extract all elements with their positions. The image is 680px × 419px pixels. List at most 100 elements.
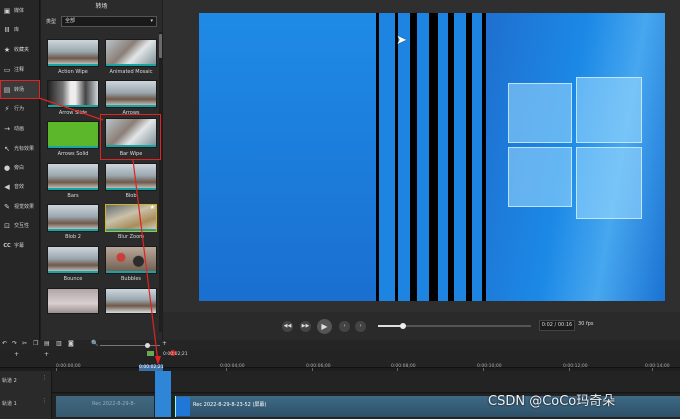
wipe-bar: [398, 13, 410, 301]
nav-item-cursor-effects[interactable]: ↖ 光标效果: [1, 140, 39, 157]
nav-item-label: 行为: [14, 106, 25, 112]
nav-item-library[interactable]: Ⅲ库: [1, 21, 39, 38]
nav-item-narration[interactable]: ● 旁白: [1, 159, 39, 176]
chevron-down-icon: ▾: [150, 18, 153, 24]
desktop-wallpaper-left: [199, 13, 376, 301]
transition-label: Action Wipe: [58, 69, 88, 75]
transition-thumb-next[interactable]: [105, 288, 157, 314]
ruler-tick-label: 0:00:10;00: [477, 364, 502, 369]
windows-logo-pane: [508, 147, 572, 207]
next-clip-button[interactable]: ›: [355, 321, 366, 332]
zoom-slider-track[interactable]: [100, 345, 160, 346]
favorites-icon: ★: [3, 45, 11, 54]
step-back-button[interactable]: ◀◀: [282, 321, 293, 332]
wipe-bar: [410, 13, 417, 301]
favorite-star-icon[interactable]: ★: [150, 205, 155, 211]
ruler-tick-label: 0:00:12;00: [563, 364, 588, 369]
previous-clip-button[interactable]: ‹: [339, 321, 350, 332]
transition-thumb-bubbles[interactable]: [105, 246, 157, 274]
cursor-effect-icon: ↖: [4, 144, 10, 153]
undo-icon[interactable]: ↶: [2, 340, 7, 347]
nav-item-favorites[interactable]: ★ 收藏夹: [1, 41, 39, 58]
behavior-icon: ⚡: [4, 104, 10, 113]
nav-item-audio[interactable]: ◀ 音效: [1, 178, 39, 195]
chevron-right-icon: ›: [359, 323, 362, 329]
zoom-slider-handle[interactable]: [145, 343, 150, 348]
panel-scrollbar-thumb[interactable]: [159, 34, 162, 58]
zoom-in-icon[interactable]: +: [162, 340, 167, 347]
track-options-icon[interactable]: ⋮: [42, 398, 47, 404]
transition-thumb-bounce[interactable]: [47, 246, 99, 274]
fps-display: 30 fps: [578, 321, 594, 327]
paste-icon[interactable]: ▤: [44, 340, 50, 347]
track-headers: 轨道 2 轨道 1 ⋮ ⋮: [0, 371, 52, 419]
narration-icon: ●: [3, 163, 11, 172]
left-nav: ▣ 媒体 Ⅲ库 ★ 收藏夹 ▭ 注释 ▤ 转场 ⚡ 行为 → 动画 ↖ 光标效果 ● 旁白 ◀ 音…: [0, 0, 40, 340]
split-icon[interactable]: ▥: [56, 340, 62, 347]
interactivity-icon: ⊡: [4, 221, 10, 230]
wipe-bar: [379, 13, 395, 301]
track-options-icon[interactable]: ⋮: [42, 375, 47, 381]
windows-logo-pane: [576, 147, 642, 219]
playhead-time: 0:00:02;21: [163, 352, 188, 357]
transition-thumb-bars[interactable]: [47, 163, 99, 191]
add-track-icon[interactable]: +: [44, 351, 49, 358]
nav-item-label: 媒体: [14, 8, 25, 14]
nav-item-label: 注释: [14, 67, 25, 73]
type-filter-select[interactable]: 全部 ▾: [61, 16, 157, 27]
transition-thumb-blob-2[interactable]: [47, 204, 99, 232]
cut-icon[interactable]: ✂: [22, 340, 27, 347]
transition-label: Blur Zoom: [117, 234, 145, 240]
transition-thumb-blob[interactable]: [105, 163, 157, 191]
nav-item-behaviors[interactable]: ⚡ 行为: [1, 100, 39, 117]
clip-previous-label: Rec 2022-8-29-8-: [92, 401, 136, 407]
captions-icon: CC: [3, 242, 11, 249]
step-forward-icon: ▶▶: [301, 323, 310, 329]
transition-thumb-next[interactable]: [47, 288, 99, 314]
nav-item-label: 收藏夹: [14, 47, 30, 53]
nav-item-annotations[interactable]: ▭ 注释: [1, 61, 39, 78]
zoom-out-icon[interactable]: 🔍: [91, 340, 98, 347]
type-filter-value: 全部: [65, 18, 76, 24]
scrubber-handle[interactable]: [400, 323, 406, 329]
chevron-left-icon: ‹: [343, 323, 346, 329]
transition-thumb-arrow-slide[interactable]: [47, 80, 99, 108]
transition-thumb-action-wipe[interactable]: [47, 39, 99, 67]
transition-label: Arrows Solid: [57, 151, 89, 157]
nav-item-media[interactable]: ▣ 媒体: [1, 2, 39, 19]
watermark-text: CSDN @CoCo玛奇朵: [488, 394, 616, 409]
step-forward-button[interactable]: ▶▶: [300, 321, 311, 332]
time-display: 0:02 / 00:16: [539, 320, 575, 331]
play-button[interactable]: ▶: [317, 319, 332, 334]
animation-icon: →: [4, 124, 10, 133]
windows-logo-pane: [576, 77, 642, 143]
marker-green[interactable]: [147, 351, 154, 356]
transition-thumb-animated-mosaic[interactable]: [105, 39, 157, 67]
nav-item-transitions[interactable]: ▤ 转场: [0, 80, 40, 99]
transition-thumb-blur-zoom[interactable]: ★: [105, 204, 157, 232]
nav-item-visual-effects[interactable]: ✎ 视觉效果: [1, 198, 39, 215]
preview-canvas[interactable]: [199, 13, 665, 301]
nav-item-captions[interactable]: CC 字幕: [1, 237, 39, 254]
mouse-cursor-icon: ➤: [396, 33, 407, 48]
clip-main-label: Rec 2022-8-29-8-23-52 (屏幕): [193, 402, 267, 408]
clip-thumbnail: [176, 397, 190, 416]
annotation-icon: ▭: [3, 65, 11, 74]
transition-thumb-arrows-solid[interactable]: [47, 121, 99, 149]
library-icon: Ⅲ: [4, 25, 10, 34]
transition-label: Animated Mosaic: [109, 69, 153, 75]
add-track-icon[interactable]: +: [14, 351, 19, 358]
step-back-icon: ◀◀: [283, 323, 292, 329]
audio-icon: ◀: [4, 182, 10, 191]
redo-icon[interactable]: ↷: [12, 340, 17, 347]
copy-icon[interactable]: ❐: [33, 340, 38, 347]
snapshot-icon[interactable]: ◙: [68, 340, 74, 347]
nav-item-animations[interactable]: → 动画: [1, 120, 39, 137]
transition-thumb-arrows[interactable]: [105, 80, 157, 108]
wipe-bar: [482, 13, 486, 301]
nav-item-label: 库: [14, 27, 20, 33]
nav-item-interactivity[interactable]: ⊡ 交互性: [1, 217, 39, 234]
transition-on-timeline[interactable]: [155, 371, 171, 417]
panel-scrollbar[interactable]: [159, 32, 162, 332]
nav-item-label: 视觉效果: [14, 204, 35, 210]
